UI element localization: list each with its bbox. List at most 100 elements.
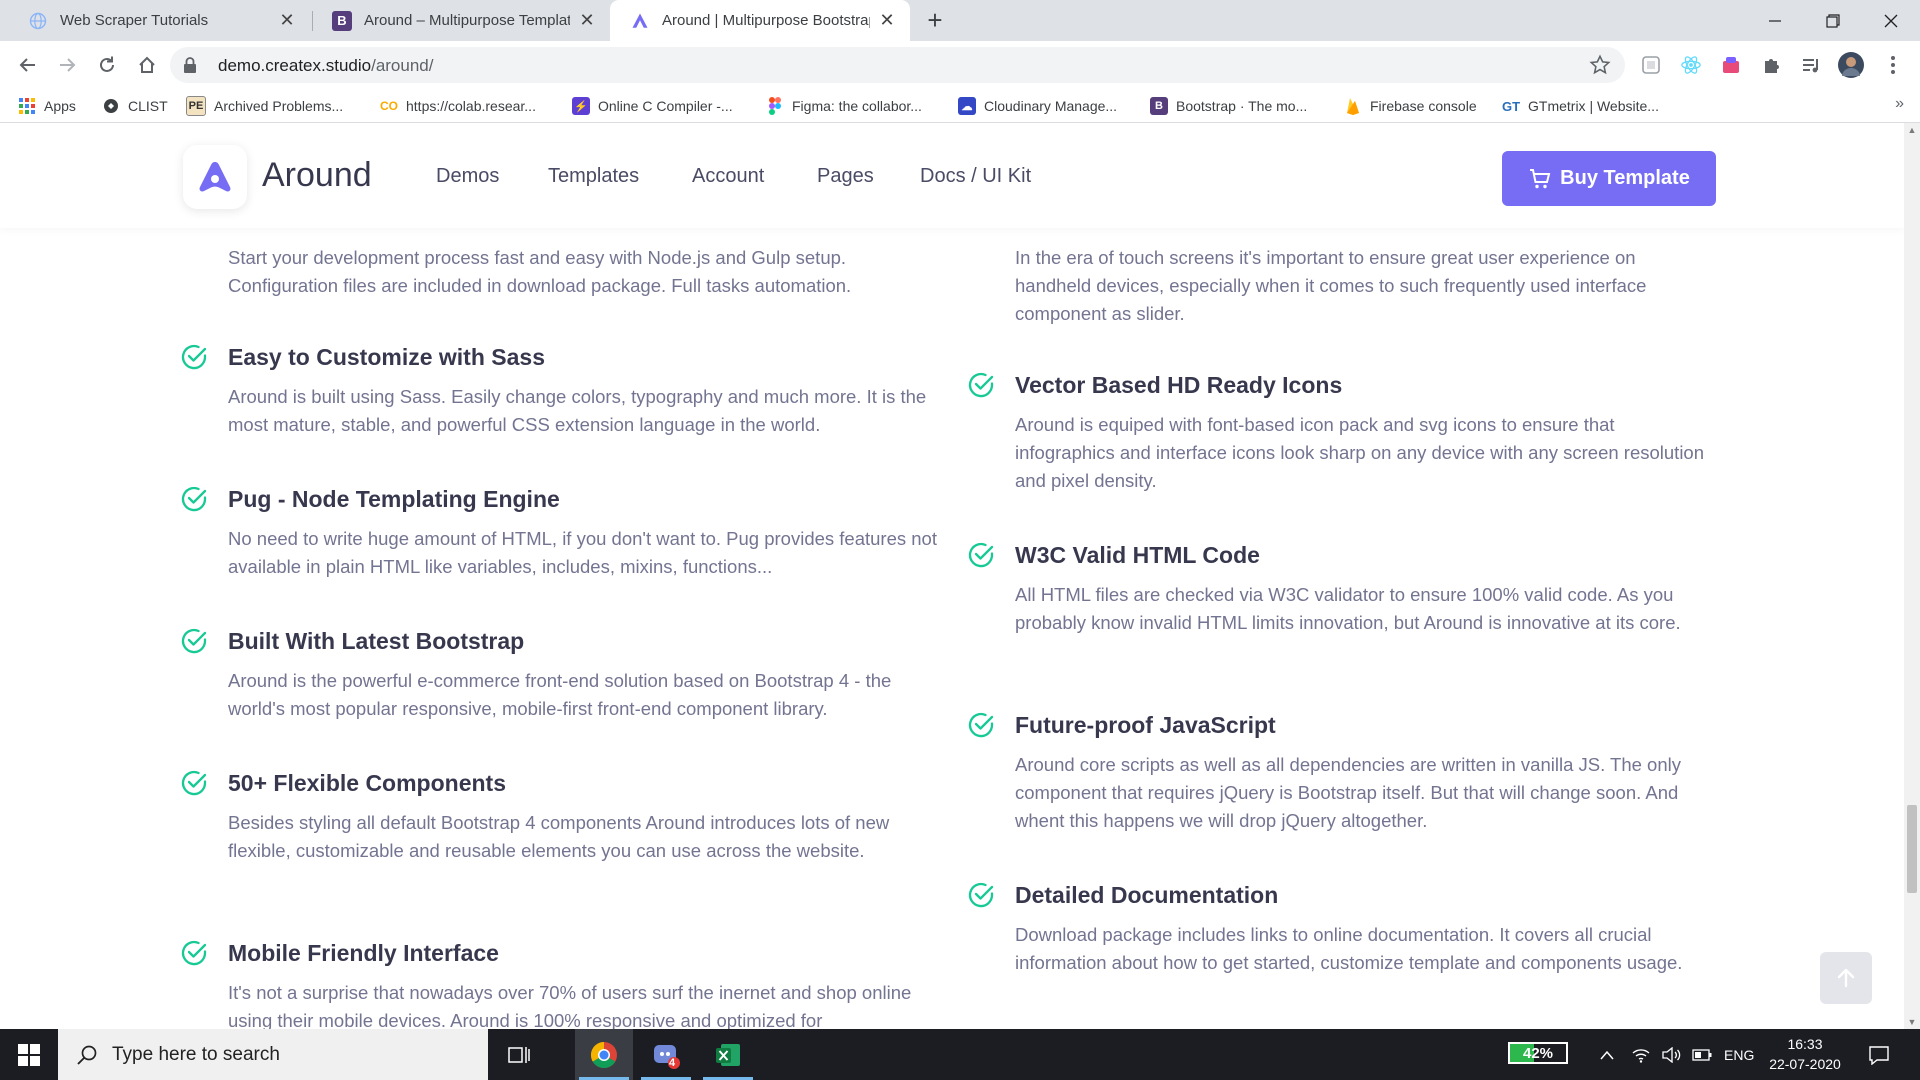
bookmark-clist[interactable]: CLIST <box>102 96 168 116</box>
reload-button[interactable] <box>91 49 123 81</box>
feature-title: W3C Valid HTML Code <box>1015 542 1260 568</box>
around-logo-icon <box>199 162 231 192</box>
feature-gulp: Start your development process fast and … <box>228 244 948 300</box>
close-window-button[interactable] <box>1862 0 1920 41</box>
buy-template-button[interactable]: Buy Template <box>1502 151 1716 206</box>
page-scrollbar[interactable]: ▲ ▼ <box>1904 123 1920 1029</box>
cloudinary-icon: ☁ <box>958 97 976 115</box>
tab-label: Web Scraper Tutorials <box>60 12 209 29</box>
check-circle-icon <box>181 770 207 796</box>
feature-title: Built With Latest Bootstrap <box>228 628 525 654</box>
network-status[interactable] <box>1632 1029 1650 1080</box>
feature-title: Detailed Documentation <box>1015 882 1279 908</box>
bookmark-label: Apps <box>44 98 76 114</box>
brand-name[interactable]: Around <box>262 156 372 195</box>
bookmark-online-compiler[interactable]: ⚡ Online C Compiler -... <box>572 96 733 116</box>
check-circle-icon <box>181 628 207 654</box>
bookmark-colab[interactable]: CO https://colab.resear... <box>380 96 536 116</box>
bookmark-label: Online C Compiler -... <box>598 98 733 114</box>
address-bar[interactable]: demo.createx.studio/around/ <box>170 47 1625 83</box>
nav-account[interactable]: Account <box>692 165 764 188</box>
site-logo[interactable] <box>183 145 247 209</box>
home-button[interactable] <box>131 49 163 81</box>
feature-title: Pug - Node Templating Engine <box>228 486 560 512</box>
battery-indicator[interactable]: 42% <box>1508 1042 1568 1064</box>
taskbar-excel[interactable] <box>699 1029 757 1080</box>
globe-icon <box>28 11 48 31</box>
tab-label: Around | Multipurpose Bootstrap <box>662 12 870 29</box>
bookmark-archived-problems[interactable]: PE Archived Problems... <box>186 96 343 116</box>
extension-icon[interactable] <box>1638 52 1664 78</box>
back-button[interactable] <box>12 49 44 81</box>
bookmark-gtmetrix[interactable]: GT GTmetrix | Website... <box>1502 96 1659 116</box>
taskbar-clock[interactable]: 16:33 22-07-2020 <box>1760 1034 1850 1074</box>
feature-text: Around is built using Sass. Easily chang… <box>228 386 927 435</box>
feature-title: 50+ Flexible Components <box>228 770 506 796</box>
feature-text: No need to write huge amount of HTML, if… <box>228 528 937 577</box>
scrollbar-thumb[interactable] <box>1907 805 1917 893</box>
bookmark-label: Cloudinary Manage... <box>984 98 1118 114</box>
scroll-up-arrow-icon[interactable]: ▲ <box>1907 125 1917 135</box>
minimize-button[interactable] <box>1746 0 1804 41</box>
bookmark-apps[interactable]: Apps <box>18 96 76 116</box>
tab-web-scraper[interactable]: Web Scraper Tutorials ✕ <box>8 0 310 41</box>
feature-title: Vector Based HD Ready Icons <box>1015 372 1343 398</box>
clock-time: 16:33 <box>1787 1036 1823 1052</box>
action-center-button[interactable] <box>1868 1029 1890 1080</box>
speaker-icon <box>1662 1046 1681 1063</box>
check-circle-icon <box>181 344 207 370</box>
restore-button[interactable] <box>1804 0 1862 41</box>
volume-control[interactable] <box>1662 1029 1682 1080</box>
media-queue-icon[interactable] <box>1798 52 1824 78</box>
taskbar-chrome[interactable] <box>575 1029 633 1080</box>
tab-around-template[interactable]: B Around – Multipurpose Template ✕ <box>312 0 610 41</box>
tab-around-bootstrap[interactable]: Around | Multipurpose Bootstrap ✕ <box>610 0 910 41</box>
feature-pug: Pug - Node Templating Engine No need to … <box>181 484 948 581</box>
task-view-icon <box>508 1046 530 1063</box>
close-icon[interactable]: ✕ <box>278 10 296 31</box>
nav-templates[interactable]: Templates <box>548 165 639 188</box>
bookmark-firebase[interactable]: Firebase console <box>1344 96 1477 116</box>
taskbar-search[interactable]: Type here to search <box>58 1029 488 1080</box>
colab-icon: CO <box>380 99 398 113</box>
task-view-button[interactable] <box>490 1029 548 1080</box>
new-tab-button[interactable]: + <box>920 5 950 35</box>
nav-demos[interactable]: Demos <box>436 165 499 188</box>
windows-icon <box>18 1043 40 1066</box>
chrome-icon <box>590 1041 617 1068</box>
menu-dots-icon[interactable] <box>1880 52 1906 78</box>
shop-extension-icon[interactable] <box>1718 52 1744 78</box>
bookmark-label: Firebase console <box>1370 98 1477 114</box>
start-button[interactable] <box>0 1029 58 1080</box>
battery-status[interactable] <box>1692 1029 1712 1080</box>
puzzle-icon[interactable] <box>1758 52 1784 78</box>
language-indicator[interactable]: ENG <box>1724 1029 1754 1080</box>
lightning-icon: ⚡ <box>572 97 590 115</box>
nav-pages[interactable]: Pages <box>817 165 874 188</box>
check-circle-icon <box>968 882 994 908</box>
bookmark-cloudinary[interactable]: ☁ Cloudinary Manage... <box>958 96 1117 116</box>
chevron-right-icon[interactable]: » <box>1895 95 1904 113</box>
react-devtools-icon[interactable] <box>1678 52 1704 78</box>
taskbar-discord[interactable]: 4 <box>637 1029 695 1080</box>
bookmark-label: Figma: the collabor... <box>792 98 922 114</box>
scroll-down-arrow-icon[interactable]: ▼ <box>1907 1017 1917 1027</box>
feature-text: Around is equiped with font-based icon p… <box>1015 414 1705 491</box>
search-placeholder: Type here to search <box>112 1043 280 1065</box>
bookmark-label: Bootstrap · The mo... <box>1176 98 1308 114</box>
scroll-to-top-button[interactable] <box>1820 952 1872 1004</box>
close-icon[interactable]: ✕ <box>878 10 896 31</box>
avatar[interactable] <box>1838 52 1864 78</box>
bookmark-figma[interactable]: Figma: the collabor... <box>766 96 922 116</box>
forward-button[interactable] <box>51 49 83 81</box>
feature-javascript: Future-proof JavaScript Around core scri… <box>968 710 1715 835</box>
tab-label: Around – Multipurpose Template <box>364 12 570 29</box>
close-icon[interactable]: ✕ <box>578 10 596 31</box>
bookmark-bootstrap[interactable]: B Bootstrap · The mo... <box>1150 96 1307 116</box>
show-hidden-icons[interactable] <box>1600 1029 1614 1080</box>
star-icon[interactable] <box>1589 54 1611 81</box>
nav-docs[interactable]: Docs / UI Kit <box>920 165 1031 188</box>
battery-icon <box>1692 1048 1712 1061</box>
check-circle-icon <box>968 712 994 738</box>
bootstrap-icon: B <box>1150 97 1168 115</box>
